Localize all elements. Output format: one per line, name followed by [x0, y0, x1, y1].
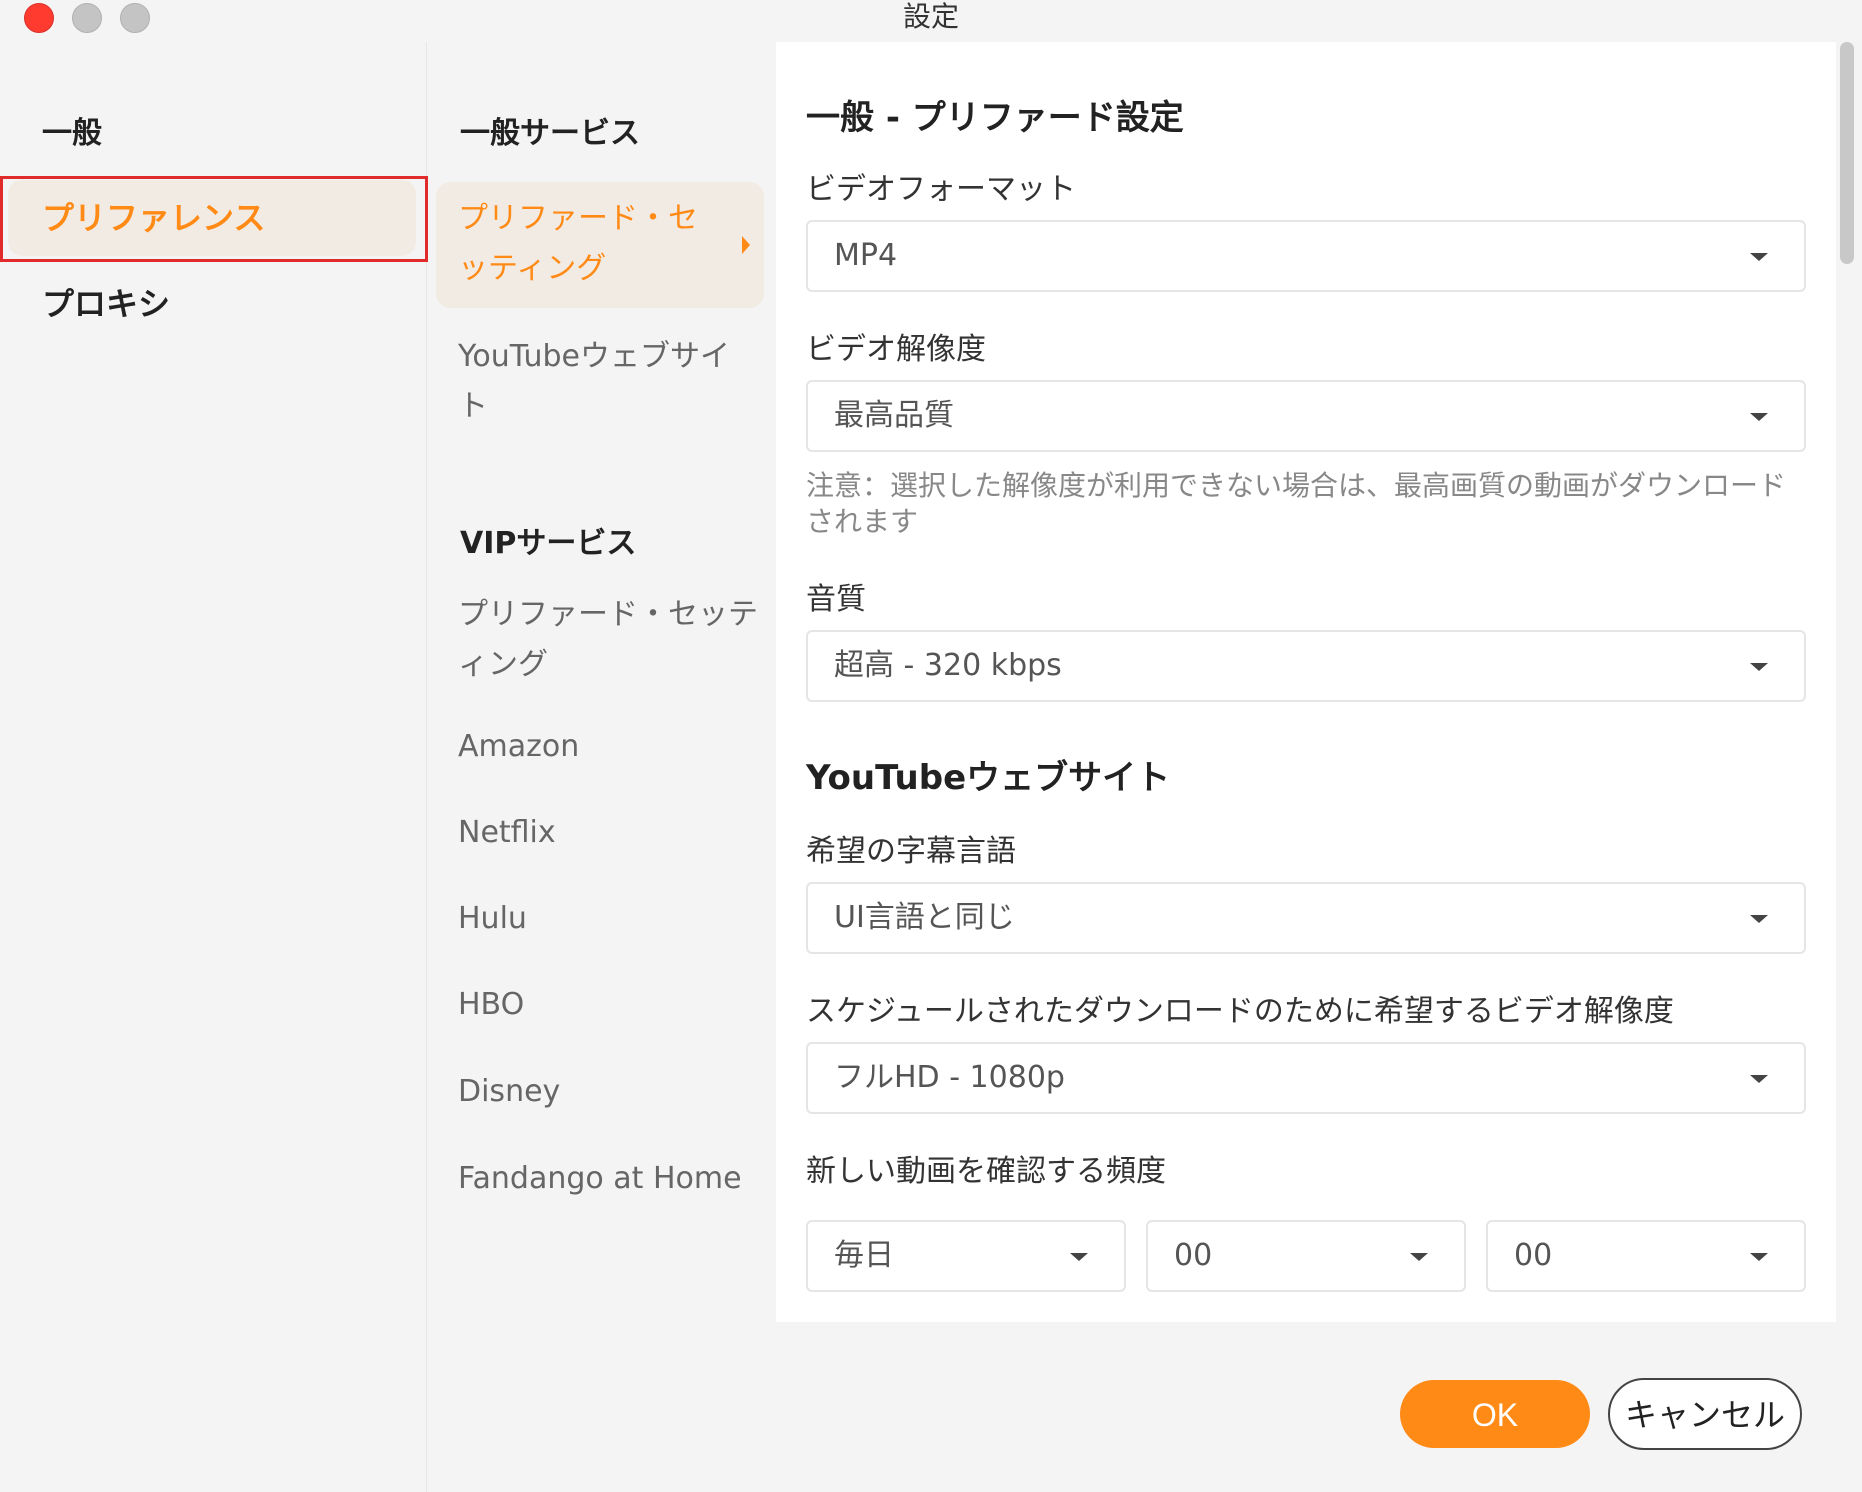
- sidebar-item-proxy[interactable]: プロキシ: [8, 266, 416, 342]
- submenu-item-fandango[interactable]: Fandango at Home: [458, 1154, 758, 1204]
- submenu-item-hbo[interactable]: HBO: [458, 980, 758, 1030]
- resolution-note: 注意：選択した解像度が利用できない場合は、最高画質の動画がダウンロードされます: [806, 469, 1787, 538]
- video-format-label: ビデオフォーマット: [806, 172, 1076, 207]
- submenu-item-hulu[interactable]: Hulu: [458, 894, 758, 944]
- chevron-down-icon: [1750, 1075, 1768, 1083]
- audio-quality-label: 音質: [806, 582, 866, 617]
- submenu-item-netflix[interactable]: Netflix: [458, 808, 758, 858]
- frequency-value: 毎日: [834, 1238, 894, 1273]
- audio-quality-value: 超高 - 320 kbps: [834, 648, 1062, 683]
- caret-right-icon: [742, 236, 750, 254]
- cancel-button[interactable]: キャンセル: [1608, 1378, 1802, 1450]
- section-title-youtube: YouTubeウェブサイト: [806, 758, 1171, 798]
- submenu-item-label: プリファード・セッティング: [458, 201, 698, 286]
- chevron-down-icon: [1410, 1253, 1428, 1261]
- section-title-general-preferred: 一般 - プリファード設定: [806, 98, 1184, 138]
- video-format-select[interactable]: MP4: [806, 220, 1806, 292]
- chevron-down-icon: [1750, 413, 1768, 421]
- audio-quality-select[interactable]: 超高 - 320 kbps: [806, 630, 1806, 702]
- submenu-item-general-preferred-settings[interactable]: プリファード・セッティング: [436, 182, 764, 308]
- scheduled-resolution-label: スケジュールされたダウンロードのために希望するビデオ解像度: [806, 994, 1674, 1029]
- scheduled-resolution-value: フルHD - 1080p: [834, 1060, 1065, 1095]
- general-services-heading: 一般サービス: [460, 116, 640, 151]
- check-frequency-label: 新しい動画を確認する頻度: [806, 1154, 1166, 1189]
- hour-select[interactable]: 00: [1146, 1220, 1466, 1292]
- minute-select[interactable]: 00: [1486, 1220, 1806, 1292]
- submenu-item-amazon[interactable]: Amazon: [458, 722, 758, 772]
- frequency-select[interactable]: 毎日: [806, 1220, 1126, 1292]
- chevron-down-icon: [1070, 1253, 1088, 1261]
- panel-scrollbar[interactable]: [1840, 42, 1854, 264]
- submenu-item-youtube-website[interactable]: YouTubeウェブサイト: [458, 332, 758, 432]
- video-resolution-select[interactable]: 最高品質: [806, 380, 1806, 452]
- chevron-down-icon: [1750, 1253, 1768, 1261]
- title-bar: 設定: [0, 0, 1862, 40]
- subtitle-language-label: 希望の字幕言語: [806, 834, 1016, 869]
- settings-sidebar: 一般 プリファレンス プロキシ: [0, 42, 428, 1492]
- hour-value: 00: [1174, 1238, 1213, 1273]
- subtitle-language-select[interactable]: UI言語と同じ: [806, 882, 1806, 954]
- chevron-down-icon: [1750, 915, 1768, 923]
- submenu-item-disney[interactable]: Disney: [458, 1067, 758, 1117]
- scheduled-resolution-select[interactable]: フルHD - 1080p: [806, 1042, 1806, 1114]
- chevron-down-icon: [1750, 253, 1768, 261]
- sidebar-heading: 一般: [42, 116, 102, 151]
- submenu-item-vip-preferred-settings[interactable]: プリファード・セッティング: [458, 590, 758, 690]
- video-format-value: MP4: [834, 238, 898, 273]
- settings-panel: 一般 - プリファード設定 ビデオフォーマット MP4 ビデオ解像度 最高品質 …: [776, 42, 1836, 1322]
- video-resolution-label: ビデオ解像度: [806, 332, 986, 367]
- ok-button[interactable]: OK: [1400, 1380, 1590, 1448]
- subtitle-language-value: UI言語と同じ: [834, 900, 1015, 935]
- highlight-box: [0, 176, 428, 262]
- chevron-down-icon: [1750, 663, 1768, 671]
- video-resolution-value: 最高品質: [834, 398, 954, 433]
- service-submenu: 一般サービス プリファード・セッティング YouTubeウェブサイト VIPサー…: [428, 42, 774, 1492]
- window-title: 設定: [902, 0, 959, 33]
- vip-services-heading: VIPサービス: [460, 526, 637, 561]
- minute-value: 00: [1514, 1238, 1553, 1273]
